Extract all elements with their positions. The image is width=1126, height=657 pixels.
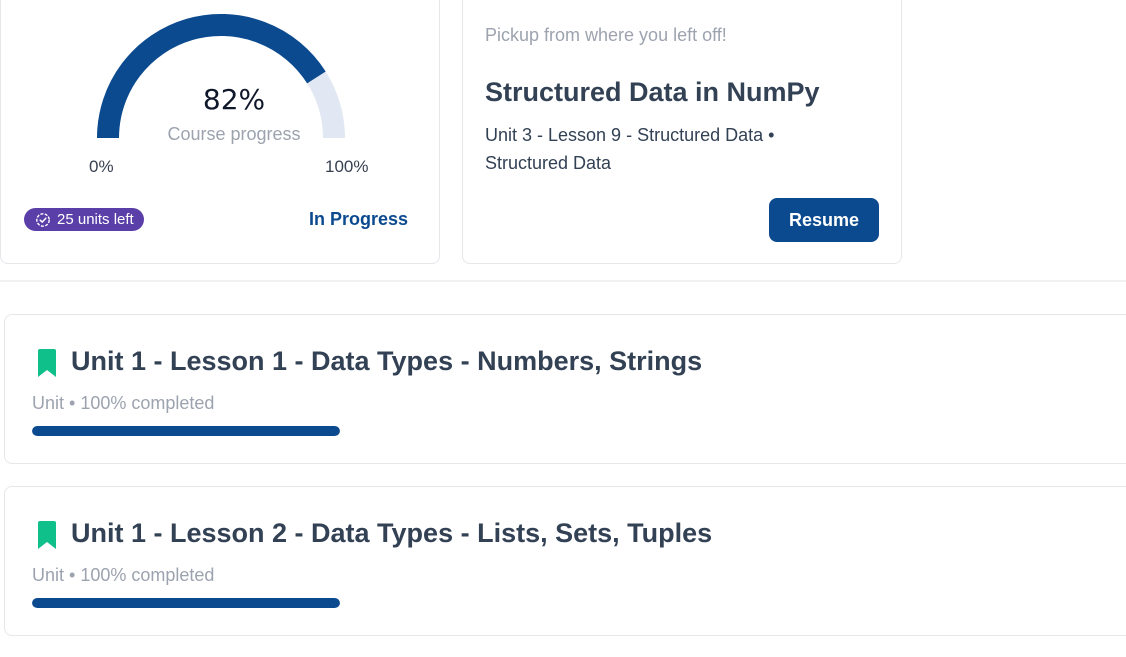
gauge-fill <box>97 14 326 139</box>
gauge-min-label: 0% <box>89 157 114 176</box>
progress-percent: 82% <box>202 83 266 116</box>
resume-button[interactable]: Resume <box>769 198 879 242</box>
lesson-meta: Unit • 100% completed <box>32 565 215 585</box>
resume-card: Pickup from where you left off! Structur… <box>462 0 902 264</box>
resume-hint: Pickup from where you left off! <box>485 25 727 45</box>
units-left-badge: 25 units left <box>24 208 144 231</box>
lesson-progress-fill <box>32 598 340 608</box>
course-progress-card: 82% Course progress 0% 100% 25 units lef… <box>0 0 440 264</box>
bookmark-icon <box>38 521 56 549</box>
units-left-text: 25 units left <box>57 211 134 228</box>
check-badge-icon <box>36 212 50 227</box>
lesson-title[interactable]: Unit 1 - Lesson 1 - Data Types - Numbers… <box>71 346 702 377</box>
lesson-progress-bar <box>32 426 340 436</box>
lesson-title[interactable]: Unit 1 - Lesson 2 - Data Types - Lists, … <box>71 518 712 549</box>
progress-label: Course progress <box>167 124 301 144</box>
lesson-card[interactable]: Unit 1 - Lesson 2 - Data Types - Lists, … <box>4 486 1126 636</box>
lesson-progress-bar <box>32 598 340 608</box>
section-divider <box>0 280 1126 282</box>
resume-lesson-subtitle: Unit 3 - Lesson 9 - Structured Data • St… <box>485 125 775 173</box>
lesson-progress-fill <box>32 426 340 436</box>
bookmark-icon <box>38 349 56 377</box>
status-label: In Progress <box>308 209 408 229</box>
resume-lesson-title: Structured Data in NumPy <box>485 77 820 107</box>
lesson-meta: Unit • 100% completed <box>32 393 215 413</box>
gauge-track <box>97 14 345 139</box>
gauge-max-label: 100% <box>325 157 369 176</box>
lesson-card[interactable]: Unit 1 - Lesson 1 - Data Types - Numbers… <box>4 314 1126 464</box>
